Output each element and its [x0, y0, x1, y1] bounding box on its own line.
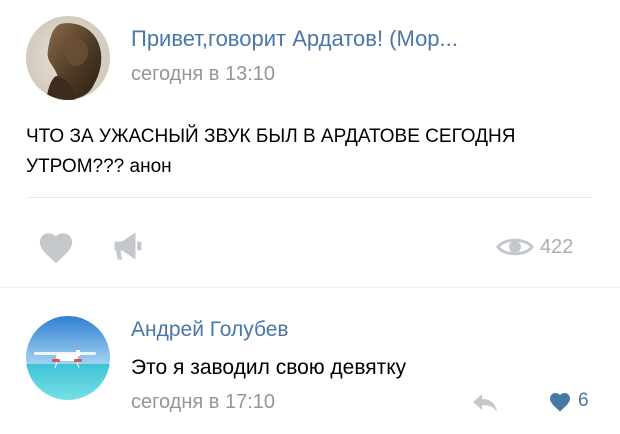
feed-page: Привет,говорит Ардатов! (Мор... сегодня … [0, 0, 620, 434]
reply-arrow-icon [473, 394, 497, 412]
post-views: 422 [496, 232, 573, 262]
comment-timestamp: сегодня в 17:10 [131, 391, 275, 413]
heart-icon [550, 392, 570, 411]
views-count: 422 [540, 235, 574, 258]
comment-like-button[interactable]: 6 [548, 390, 589, 412]
comment-author-avatar[interactable] [26, 316, 110, 400]
post-text: ЧТО ЗА УЖАСНЫЙ ЗВУК БЫЛ В АРДАТОВЕ СЕГОД… [26, 126, 516, 177]
post-share-button[interactable] [110, 228, 146, 264]
eye-icon [496, 238, 534, 256]
post-author-name[interactable]: Привет,говорит Ардатов! (Мор... [131, 26, 458, 52]
megaphone-icon [114, 232, 142, 260]
post-like-button[interactable] [36, 230, 76, 264]
comment-text: Это я заводил свою девятку [131, 356, 407, 379]
comment-author-name[interactable]: Андрей Голубев [131, 318, 289, 342]
section-divider [0, 287, 620, 288]
post-divider [26, 197, 592, 198]
post-timestamp: сегодня в 13:10 [131, 63, 275, 85]
post-author-avatar[interactable] [26, 16, 110, 100]
comment-reply-button[interactable] [470, 390, 500, 414]
heart-icon [39, 233, 73, 264]
comment-like-count: 6 [578, 390, 589, 411]
